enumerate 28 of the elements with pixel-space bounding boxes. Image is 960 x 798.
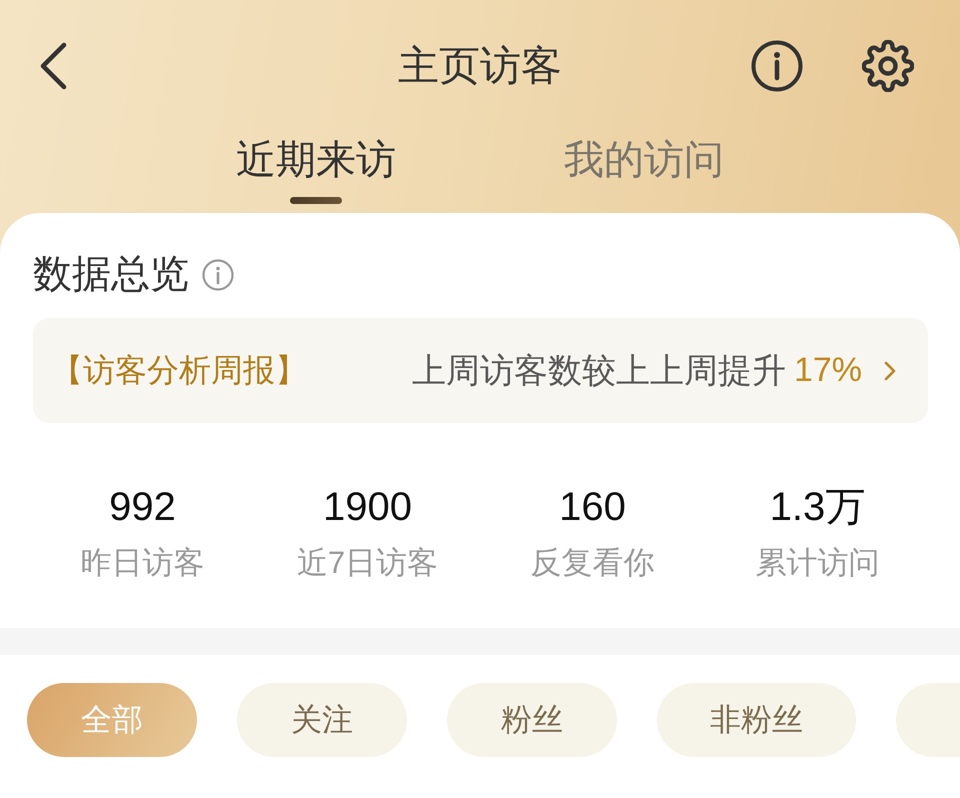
stat-label: 累计访问 — [756, 544, 880, 582]
tab[interactable]: 我的访问 — [564, 135, 724, 185]
page-title: 主页访客 — [398, 42, 562, 90]
info-button[interactable] — [751, 40, 803, 92]
section-title: 数据总览 — [33, 252, 189, 298]
report-change: 17% — [794, 351, 862, 390]
weekly-report-banner[interactable]: 【访客分析周报】 上周访客数较上上周提升 17% — [33, 318, 928, 423]
settings-button[interactable] — [862, 40, 914, 92]
tab[interactable]: 近期来访 — [236, 135, 396, 204]
back-button[interactable] — [38, 42, 68, 90]
stat-value: 1.3万 — [770, 484, 866, 531]
stat-value: 992 — [109, 484, 176, 531]
back-chevron-icon — [38, 42, 68, 90]
report-summary: 上周访客数较上上周提升 — [412, 350, 786, 392]
chevron-right-icon — [884, 360, 896, 380]
filter-chip[interactable]: 非粉丝 — [657, 683, 856, 757]
report-tag: 【访客分析周报】 — [51, 348, 307, 392]
info-icon[interactable] — [202, 259, 234, 291]
stat-label: 近7日访客 — [296, 544, 438, 582]
settings-icon — [862, 40, 914, 92]
filter-chip[interactable]: 粉丝 — [447, 683, 617, 757]
filter-chip[interactable]: 关注 — [237, 683, 407, 757]
stat-value: 1900 — [323, 484, 412, 531]
stat-value: 160 — [559, 484, 626, 531]
info-icon — [751, 40, 803, 92]
stat-label: 反复看你 — [530, 544, 654, 582]
tab-indicator — [290, 197, 342, 204]
stat-label: 昨日访客 — [80, 544, 204, 582]
